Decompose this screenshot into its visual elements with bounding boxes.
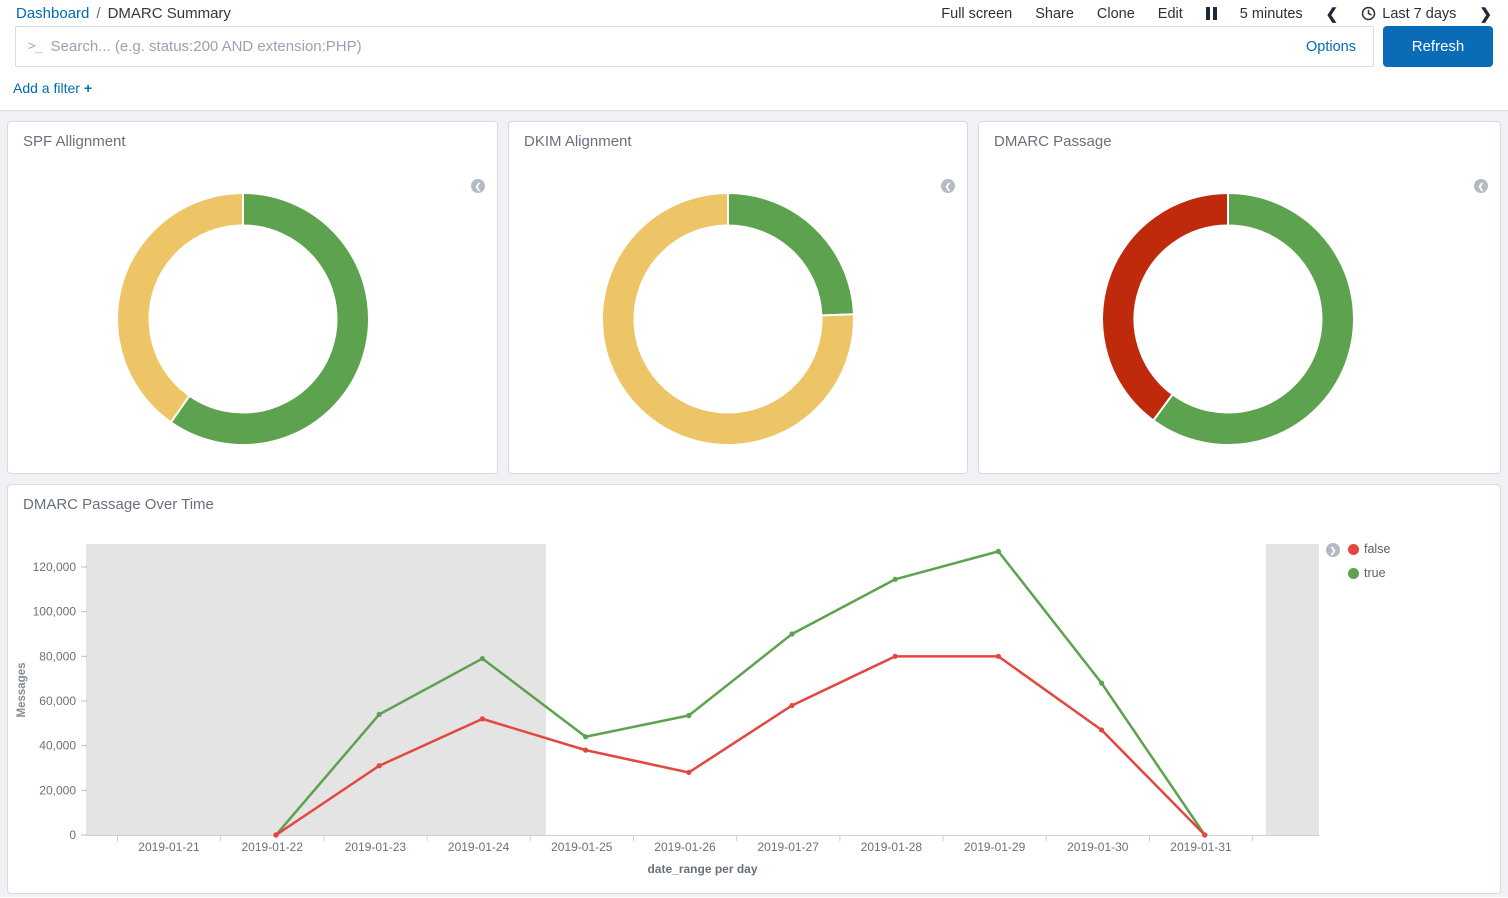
breadcrumb-dashboard-link[interactable]: Dashboard [16,5,89,22]
data-point-false[interactable] [893,654,898,659]
y-axis-tick-label: 80,000 [39,649,76,663]
y-axis-tick-label: 100,000 [33,605,77,619]
data-point-true[interactable] [1099,681,1104,686]
time-forward-icon[interactable]: ❯ [1479,5,1492,23]
legend-toggle-icon[interactable]: ❮ [941,179,955,193]
x-axis-tick-label: 2019-01-27 [758,840,820,854]
data-point-false[interactable] [996,654,1001,659]
x-axis-tick-label: 2019-01-28 [861,840,923,854]
data-point-false[interactable] [1202,832,1207,837]
x-axis-tick-label: 2019-01-25 [551,840,613,854]
legend-item-true[interactable]: true [1348,566,1390,580]
time-back-icon[interactable]: ❮ [1326,5,1339,23]
x-axis-tick-label: 2019-01-26 [654,840,716,854]
x-axis-tick-label: 2019-01-29 [964,840,1026,854]
time-range-label: Last 7 days [1382,6,1456,22]
data-point-false[interactable] [480,716,485,721]
x-axis-tick-label: 2019-01-31 [1170,840,1232,854]
full-screen-button[interactable]: Full screen [941,6,1012,22]
pause-icon[interactable] [1206,7,1217,20]
data-point-true[interactable] [686,713,691,718]
spf-allignment-donut-chart[interactable] [116,192,370,446]
y-axis-tick-label: 120,000 [33,560,77,574]
legend-label: true [1364,566,1386,580]
data-point-true[interactable] [480,656,485,661]
data-point-true[interactable] [893,577,898,582]
pie-slice-true[interactable] [728,193,854,315]
plus-icon: + [84,80,92,96]
legend-label: false [1364,542,1390,556]
dashboard-grid: SPF Allignment ❮ DKIM Alignment ❮ DMARC … [0,111,1508,897]
chart-legend: ❯ false true [1326,542,1390,580]
data-point-false[interactable] [377,763,382,768]
options-link[interactable]: Options [1289,39,1373,55]
y-axis-tick-label: 40,000 [39,739,76,753]
legend-rows: false true [1348,542,1390,580]
panel-title: DKIM Alignment [509,122,967,150]
clone-button[interactable]: Clone [1097,6,1135,22]
panel-spf-allignment: SPF Allignment ❮ [7,121,498,474]
legend-toggle-icon[interactable]: ❮ [471,179,485,193]
x-axis-title: date_range per day [647,862,757,876]
search-box[interactable]: >_ Options [15,26,1374,67]
y-axis-tick-label: 60,000 [39,694,76,708]
panel-dmarc-passage-over-time: DMARC Passage Over Time 020,00040,00060,… [7,484,1501,894]
refresh-interval-button[interactable]: 5 minutes [1240,6,1303,22]
filter-bar: Add a filter+ [0,67,1508,111]
panel-dkim-alignment: DKIM Alignment ❮ [508,121,968,474]
data-point-true[interactable] [789,631,794,636]
legend-dot-true [1348,568,1359,579]
data-point-true[interactable] [377,712,382,717]
clock-icon [1361,6,1376,21]
query-bar: >_ Options Refresh [15,26,1493,67]
data-point-false[interactable] [789,703,794,708]
x-axis-tick-label: 2019-01-21 [138,840,200,854]
share-button[interactable]: Share [1035,6,1074,22]
y-axis-title: Messages [16,663,28,718]
x-axis-tick-label: 2019-01-24 [448,840,510,854]
dmarc-passage-donut-chart[interactable] [1101,192,1355,446]
dashboard-row-1: SPF Allignment ❮ DKIM Alignment ❮ DMARC … [7,121,1501,474]
legend-item-false[interactable]: false [1348,542,1390,556]
add-filter-label: Add a filter [13,80,80,96]
breadcrumb-current: DMARC Summary [108,5,231,22]
panel-title: SPF Allignment [8,122,497,150]
pie-slice-false[interactable] [117,193,243,422]
data-point-true[interactable] [583,734,588,739]
out-of-range-band [1266,544,1319,835]
edit-button[interactable]: Edit [1158,6,1183,22]
dashboard-top-nav: Full screen Share Clone Edit 5 minutes ❮… [941,5,1492,23]
breadcrumb-separator: / [96,5,100,22]
panel-title: DMARC Passage [979,122,1500,150]
y-axis-tick-label: 20,000 [39,783,76,797]
add-filter-link[interactable]: Add a filter+ [13,80,92,96]
pie-slice-false[interactable] [1102,193,1228,420]
panel-dmarc-passage: DMARC Passage ❮ [978,121,1501,474]
search-input[interactable] [51,38,1289,55]
data-point-true[interactable] [996,549,1001,554]
x-axis-tick-label: 2019-01-30 [1067,840,1129,854]
data-point-false[interactable] [583,748,588,753]
x-axis-tick-label: 2019-01-22 [242,840,304,854]
dkim-alignment-donut-chart[interactable] [601,192,855,446]
data-point-false[interactable] [1099,727,1104,732]
query-prompt-icon: >_ [16,39,51,54]
y-axis-tick-label: 0 [69,828,76,842]
x-axis-tick-label: 2019-01-23 [345,840,407,854]
time-range-button[interactable]: Last 7 days [1361,6,1456,22]
top-bar: Dashboard / DMARC Summary Full screen Sh… [0,0,1508,25]
legend-dot-false [1348,544,1359,555]
refresh-button[interactable]: Refresh [1383,26,1493,67]
legend-toggle-icon[interactable]: ❯ [1326,543,1340,557]
dmarc-passage-over-time-line-chart[interactable]: 0 20,000 40,000 60,000 80,000 100,000 120,000 M… [8,485,1502,893]
data-point-false[interactable] [273,832,278,837]
data-point-false[interactable] [686,770,691,775]
breadcrumb: Dashboard / DMARC Summary [16,5,231,22]
legend-toggle-icon[interactable]: ❮ [1474,179,1488,193]
out-of-range-band [86,544,546,835]
